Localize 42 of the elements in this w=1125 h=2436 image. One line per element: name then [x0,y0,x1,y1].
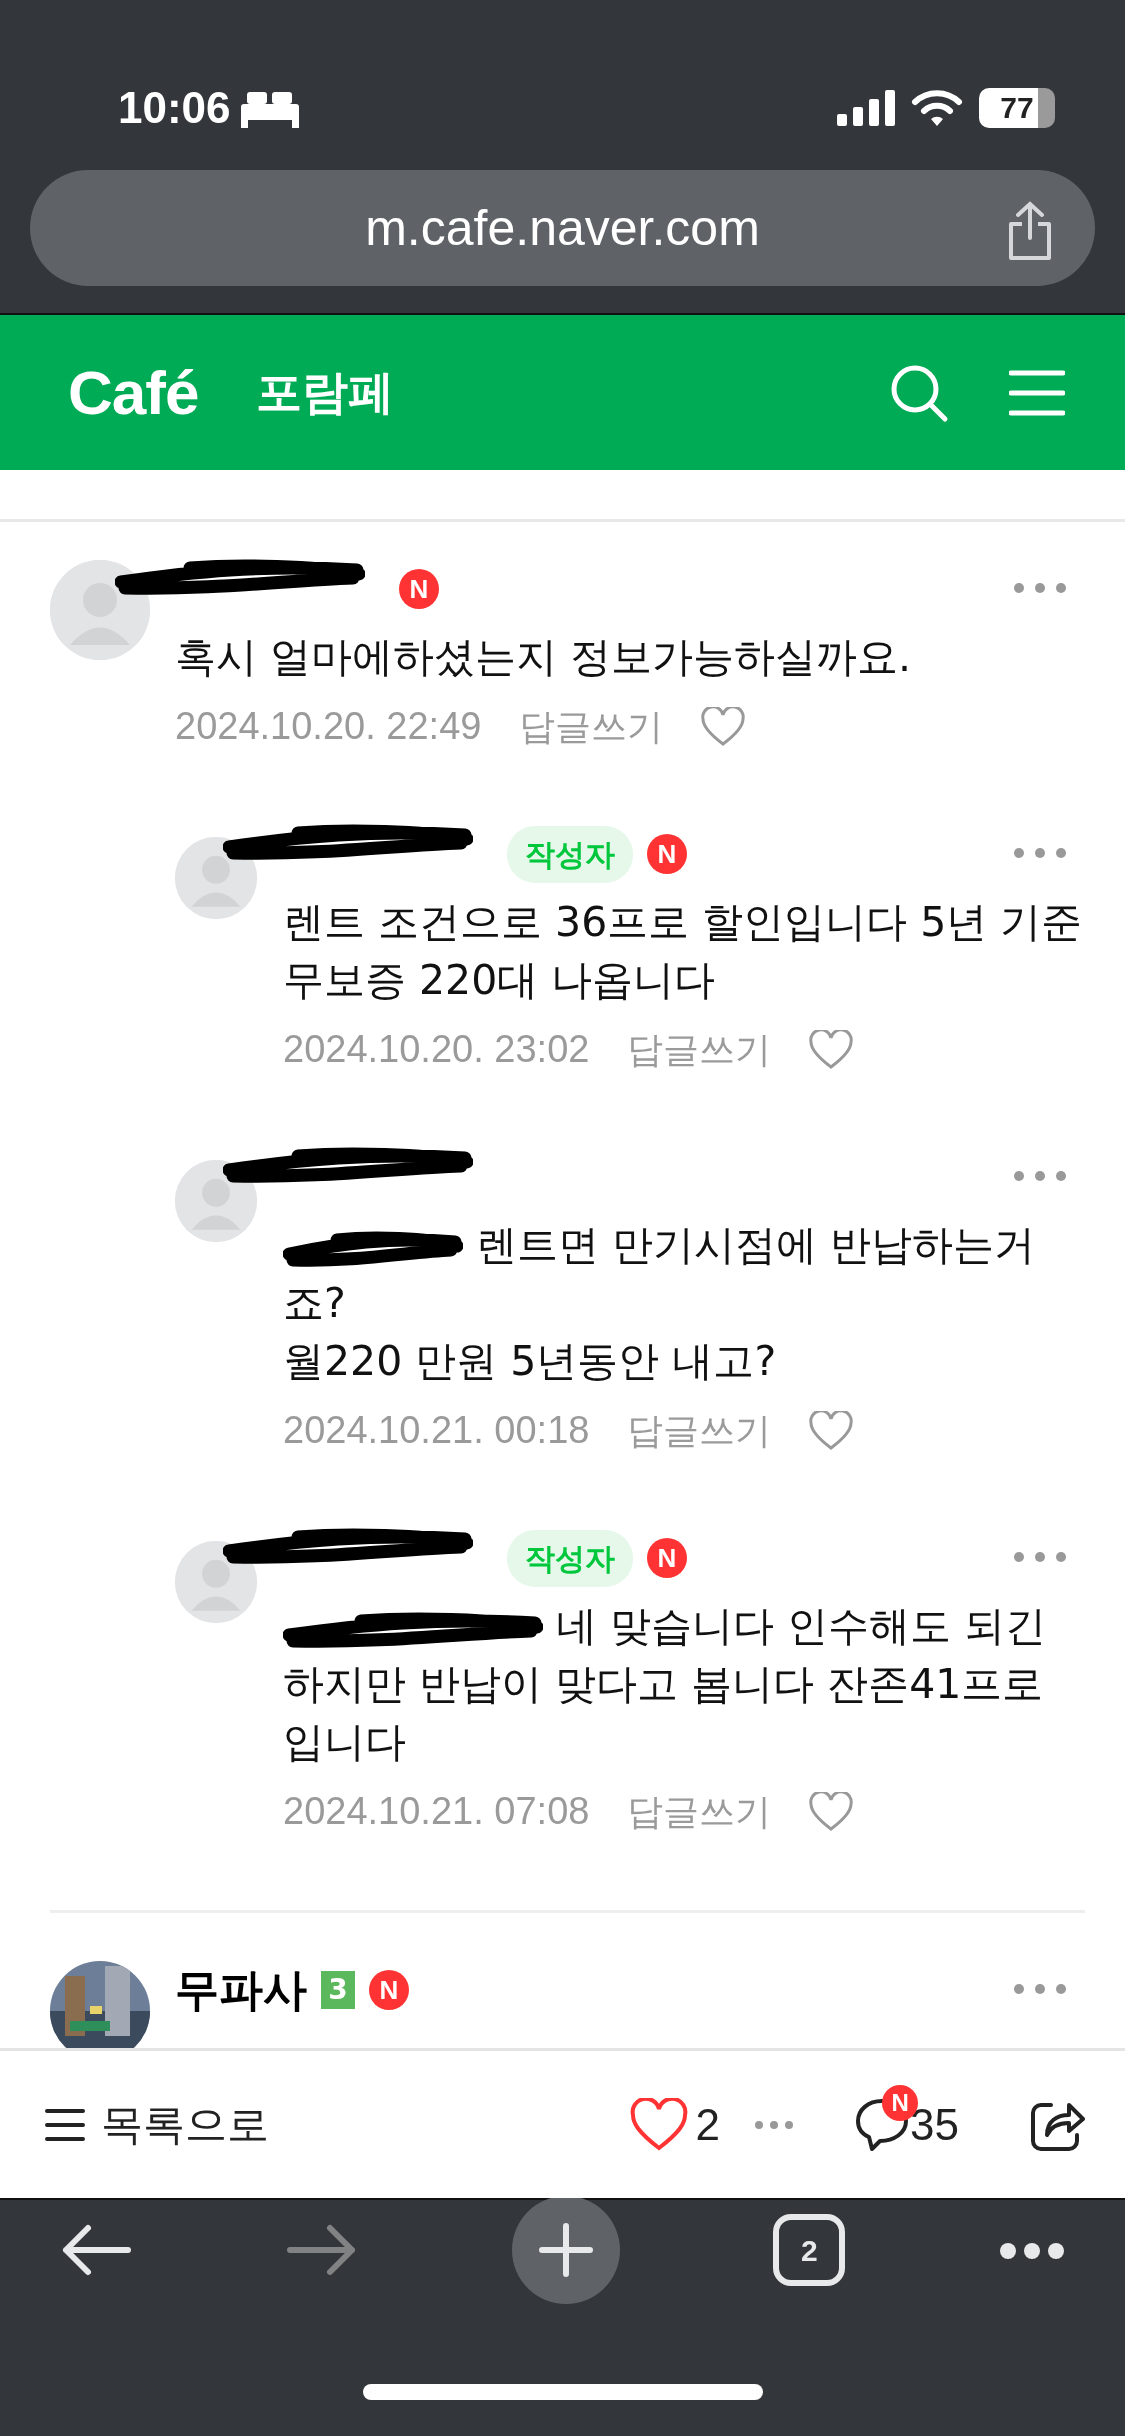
reply-link[interactable]: 답글쓰기 [627,1022,772,1077]
heart-icon[interactable] [809,1410,854,1451]
comment-date: 2024.10.20. 22:49 [175,704,482,749]
like-count: 2 [695,2098,721,2151]
cafe-title[interactable]: 포람페 [256,358,395,427]
writer-badge: 작성자 [507,1529,633,1587]
level-badge: 3 [321,1971,355,2009]
new-badge: N [399,569,439,609]
heart-icon[interactable] [809,1029,854,1070]
comment-date: 2024.10.21. 00:18 [283,1408,590,1453]
back-icon[interactable] [60,2222,132,2278]
reply-link[interactable]: 답글쓰기 [519,699,664,754]
more-icon[interactable] [999,2242,1065,2260]
url-text: m.cafe.naver.com [365,198,760,258]
comment-text: 렌트면 만기시점에 반납하는거 죠? 월220 만원 5년동안 내고? [283,1221,1037,1385]
heart-icon[interactable] [701,706,746,747]
forward-icon[interactable] [285,2222,358,2278]
tab-count-button[interactable]: 2 [773,2214,846,2286]
address-bar[interactable]: m.cafe.naver.com [30,170,1095,286]
comment-text: 네 맞습니다 인수해도 되긴 하지만 반납이 맞다고 봅니다 잔존41프로 입니다 [283,1602,1048,1766]
new-badge: N [647,1538,687,1578]
battery-indicator: 77 [979,87,1055,128]
plus-icon [537,2222,594,2278]
cafe-logo[interactable]: Café [68,346,199,439]
heart-icon[interactable] [629,2097,688,2152]
menu-icon[interactable] [1009,368,1065,417]
comment-text: 렌트 조건으로 36프로 할인입니다 5년 기준 무보증 220대 나옵니다 [283,898,1084,1004]
list-link[interactable]: 목록으로 [45,2093,269,2156]
new-badge: N [647,834,687,874]
heart-icon[interactable] [809,1791,854,1832]
author-name[interactable]: 무파사 [175,1957,307,2023]
signal-icon [837,89,895,126]
new-badge: N [369,1970,409,2010]
comment-date: 2024.10.20. 23:02 [283,1027,590,1072]
comment-date: 2024.10.21. 07:08 [283,1789,590,1834]
comment-text: 혹시 얼마에하셨는지 정보가능하실까요. [175,633,912,681]
menu-icon [45,2107,85,2142]
wifi-icon [911,88,963,127]
reply-link[interactable]: 답글쓰기 [627,1784,772,1839]
writer-badge: 작성자 [507,825,633,883]
reply-link[interactable]: 답글쓰기 [627,1403,772,1458]
status-time: 10:06 [118,81,231,134]
